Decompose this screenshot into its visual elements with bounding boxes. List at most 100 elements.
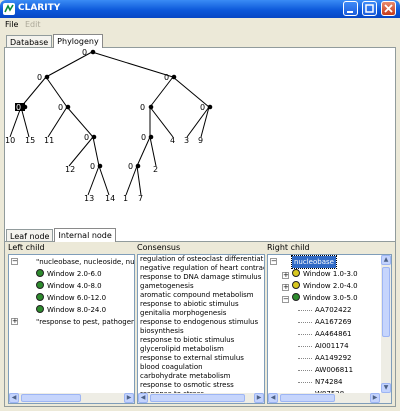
gene-item[interactable]: AW006811 <box>298 364 353 376</box>
consensus-item[interactable]: regulation of osteoclast differentiatio <box>138 255 264 264</box>
tab-phylogeny[interactable]: Phylogeny <box>53 34 103 48</box>
gene-item[interactable]: AA702422 <box>298 304 352 316</box>
scroll-left-button[interactable]: ◀ <box>268 393 278 403</box>
consensus-item[interactable]: aromatic compound metabolism <box>138 291 264 300</box>
tree-leaf[interactable]: 2 <box>153 165 158 174</box>
consensus-item[interactable]: gametogenesis <box>138 282 264 291</box>
consensus-item[interactable]: biosynthesis <box>138 327 264 336</box>
right-window-item[interactable]: + Window 2.0-4.0 <box>282 280 358 292</box>
tree-leaf[interactable]: 12 <box>65 165 75 174</box>
gene-label: AI001174 <box>315 342 349 350</box>
gene-item[interactable]: N74284 <box>298 376 343 388</box>
left-window-item[interactable]: Window 8.0-24.0 <box>36 304 106 316</box>
left-window-label: Window 4.0-8.0 <box>47 282 102 290</box>
gene-label: AA167269 <box>315 318 352 326</box>
scroll-thumb[interactable] <box>21 394 81 402</box>
tree-connector <box>298 357 312 359</box>
tree-leaf[interactable]: 15 <box>25 136 35 145</box>
tree-leaf[interactable]: 4 <box>170 136 175 145</box>
gene-label: AA702422 <box>315 306 352 314</box>
left-hscroll[interactable]: ◀ ▶ <box>9 393 134 403</box>
right-window-label: Window 2.0-4.0 <box>303 282 358 290</box>
consensus-item[interactable]: glycerolipid metabolism <box>138 345 264 354</box>
expand-icon[interactable]: + <box>11 318 18 325</box>
green-ball-icon <box>36 281 44 289</box>
consensus-item[interactable]: response to DNA damage stimulus <box>138 273 264 282</box>
scroll-left-button[interactable]: ◀ <box>138 393 148 403</box>
left-window-item[interactable]: Window 6.0-12.0 <box>36 292 106 304</box>
collapse-icon[interactable]: − <box>270 258 277 265</box>
left-window-item[interactable]: Window 4.0-8.0 <box>36 280 102 292</box>
expand-icon[interactable]: + <box>282 284 289 291</box>
tree-node[interactable]: 0 <box>140 103 154 112</box>
tree-connector <box>298 369 312 371</box>
left-window-label: Window 6.0-12.0 <box>47 294 107 302</box>
scroll-down-button[interactable]: ▼ <box>381 383 391 393</box>
tree-node-root[interactable]: 0 <box>82 48 96 57</box>
scroll-right-button[interactable]: ▶ <box>124 393 134 403</box>
right-hscroll[interactable]: ◀ ▶ <box>268 393 391 403</box>
node-label: 0 <box>140 103 145 112</box>
green-ball-icon <box>292 293 300 301</box>
consensus-items: regulation of osteoclast differentiatio n… <box>138 255 264 399</box>
right-root-label: nucleobase <box>291 255 337 269</box>
consensus-item[interactable]: response to biotic stimulus <box>138 336 264 345</box>
consensus-item[interactable]: blood coagulation <box>138 363 264 372</box>
consensus-item[interactable]: response to osmotic stress <box>138 381 264 390</box>
tree-leaf[interactable]: 1 <box>123 194 128 203</box>
green-ball-icon <box>36 305 44 313</box>
scroll-thumb[interactable] <box>150 394 245 402</box>
tree-leaf[interactable]: 14 <box>105 194 115 203</box>
tree-node[interactable]: 0 <box>141 133 154 142</box>
yellow-ball-icon <box>292 269 300 277</box>
consensus-list[interactable]: regulation of osteoclast differentiatio n… <box>137 254 265 404</box>
scroll-right-button[interactable]: ▶ <box>370 393 380 403</box>
right-vscroll[interactable]: ▲ ▼ <box>381 255 391 393</box>
tree-leaf[interactable]: 9 <box>198 136 203 145</box>
right-window-item[interactable]: − Window 3.0-5.0 <box>282 292 358 304</box>
gene-item[interactable]: AI001174 <box>298 340 349 352</box>
gene-label: AA149292 <box>315 354 352 362</box>
left-root-label: "nucleobase, nucleoside, nucle <box>36 258 135 266</box>
node-label: 0 <box>84 133 89 142</box>
scroll-left-button[interactable]: ◀ <box>9 393 19 403</box>
bottom-tab-strip: Leaf node Internal node <box>6 228 117 242</box>
collapse-icon[interactable]: − <box>11 258 18 265</box>
tree-leaf[interactable]: 13 <box>84 194 94 203</box>
gene-item[interactable]: AA464861 <box>298 328 352 340</box>
consensus-item[interactable]: response to abiotic stimulus <box>138 300 264 309</box>
scroll-thumb[interactable] <box>280 394 335 402</box>
consensus-item[interactable]: response to endogenous stimulus <box>138 318 264 327</box>
tree-leaf[interactable]: 3 <box>184 136 189 145</box>
tree-leaf[interactable]: 11 <box>44 136 54 145</box>
scroll-right-button[interactable]: ▶ <box>254 393 264 403</box>
consensus-item[interactable]: genitalia morphogenesis <box>138 309 264 318</box>
gene-item[interactable]: AA149292 <box>298 352 352 364</box>
consensus-item[interactable]: negative regulation of heart contrac <box>138 264 264 273</box>
gene-label: N74284 <box>315 378 343 386</box>
collapse-icon[interactable]: − <box>282 296 289 303</box>
consensus-item[interactable]: carbohydrate metabolism <box>138 372 264 381</box>
green-ball-icon <box>36 269 44 277</box>
right-child-tree[interactable]: − nucleobase + Window 1.0-3.0 + Window 2.0… <box>267 254 392 404</box>
expand-icon[interactable]: + <box>282 272 289 279</box>
left-window-item[interactable]: Window 2.0-6.0 <box>36 268 102 280</box>
right-window-item[interactable]: + Window 1.0-3.0 <box>282 268 358 280</box>
scroll-up-button[interactable]: ▲ <box>381 255 391 265</box>
gene-item[interactable]: AA167269 <box>298 316 352 328</box>
tree-leaf[interactable]: 7 <box>138 194 143 203</box>
gene-label: AA464861 <box>315 330 352 338</box>
right-window-label: Window 1.0-3.0 <box>303 270 358 278</box>
consensus-item[interactable]: response to external stimulus <box>138 354 264 363</box>
node-label: 0 <box>90 162 95 171</box>
consensus-hscroll[interactable]: ◀ ▶ <box>138 393 264 403</box>
tree-node-selected[interactable]: 0 <box>15 103 28 112</box>
scroll-thumb[interactable] <box>382 267 390 337</box>
node-label: 0 <box>37 73 42 82</box>
node-label: 0 <box>141 133 146 142</box>
node-label: 0 <box>200 103 205 112</box>
left-child-tree[interactable]: − "nucleobase, nucleoside, nucle Window … <box>8 254 135 404</box>
tree-leaf[interactable]: 10 <box>5 136 15 145</box>
consensus-label: Consensus <box>137 243 181 252</box>
tab-internal-node[interactable]: Internal node <box>54 228 116 242</box>
